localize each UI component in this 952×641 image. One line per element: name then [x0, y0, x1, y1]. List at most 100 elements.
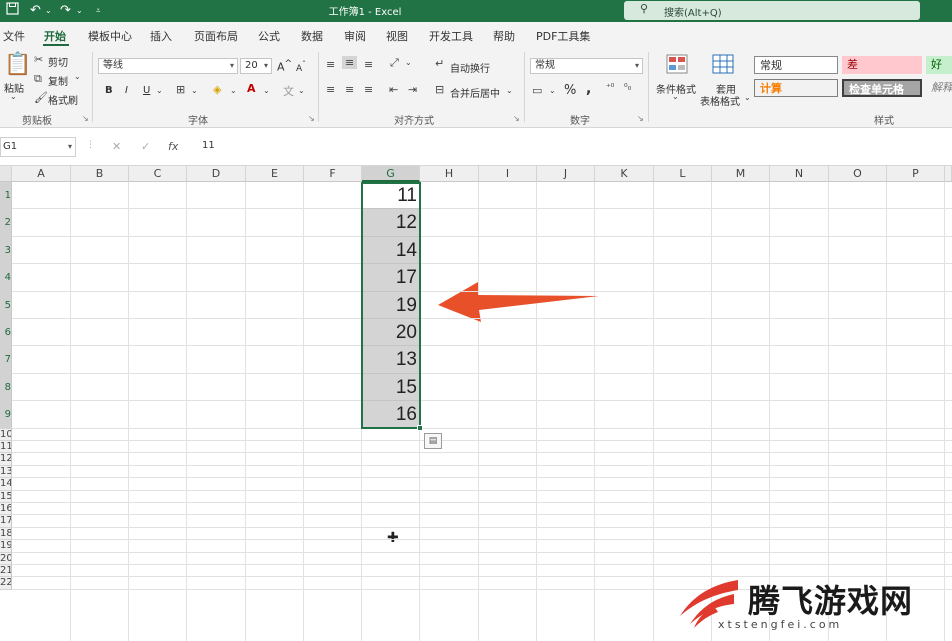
cancel-icon[interactable]: ✕ — [112, 140, 121, 153]
copy-button[interactable]: 复制 — [48, 73, 68, 88]
tab-developer[interactable]: 开发工具 — [429, 28, 473, 44]
style-calculation[interactable]: 计算 — [754, 79, 838, 97]
row-header-7[interactable]: 7 — [0, 346, 12, 374]
row-header-22[interactable]: 22 — [0, 577, 12, 590]
style-normal[interactable]: 常规 — [754, 56, 838, 74]
borders-icon[interactable]: ⊞ — [176, 83, 185, 96]
column-header-c[interactable]: C — [129, 166, 187, 182]
style-bad[interactable]: 差 — [842, 56, 922, 74]
style-check-cell[interactable]: 检查单元格 — [842, 79, 922, 97]
alignment-launcher-icon[interactable]: ↘ — [513, 114, 520, 123]
cell-g9[interactable]: 16 — [362, 401, 420, 429]
quick-analysis-icon[interactable]: ▤ — [424, 433, 442, 449]
enter-icon[interactable]: ✓ — [141, 140, 150, 153]
cell-g1[interactable]: 11 — [362, 182, 420, 210]
style-good[interactable]: 好 — [926, 56, 952, 74]
underline-button[interactable]: U — [143, 85, 150, 96]
increase-indent-icon[interactable]: ⇥ — [408, 83, 417, 96]
merge-dropdown-icon[interactable]: ⌄ — [506, 86, 513, 95]
paste-icon[interactable]: 📋 — [4, 52, 31, 77]
tab-formulas[interactable]: 公式 — [258, 28, 280, 44]
row-header-5[interactable]: 5 — [0, 291, 12, 319]
align-center-icon[interactable]: ≡ — [345, 83, 354, 96]
decrease-decimal-icon[interactable]: ⁰₀ — [624, 83, 631, 93]
format-as-table-dropdown-icon[interactable]: ⌄ — [744, 93, 751, 102]
row-header-3[interactable]: 3 — [0, 236, 12, 265]
select-all-corner[interactable] — [0, 166, 12, 182]
decrease-font-size-button[interactable]: Aˇ — [296, 60, 306, 74]
row-header-9[interactable]: 9 — [0, 401, 12, 429]
accounting-format-icon[interactable]: ▭ — [532, 84, 542, 97]
row-header-13[interactable]: 13 — [0, 465, 12, 479]
row-header-19[interactable]: 19 — [0, 540, 12, 553]
font-color-icon[interactable]: A — [247, 82, 256, 95]
cell-g5[interactable]: 19 — [362, 291, 420, 319]
name-box[interactable]: G1 ▾ — [0, 137, 76, 157]
row-header-11[interactable]: 11 — [0, 441, 12, 454]
number-launcher-icon[interactable]: ↘ — [637, 114, 644, 123]
percent-style-button[interactable]: % — [564, 83, 576, 98]
fill-color-icon[interactable]: ◈ — [213, 83, 221, 96]
borders-dropdown-icon[interactable]: ⌄ — [191, 86, 198, 95]
decrease-indent-icon[interactable]: ⇤ — [389, 83, 398, 96]
align-left-icon[interactable]: ≡ — [326, 83, 335, 96]
tab-home[interactable]: 开始 — [44, 28, 66, 44]
cut-button[interactable]: 剪切 — [48, 54, 68, 69]
column-header-a[interactable]: A — [12, 166, 71, 182]
column-header-b[interactable]: B — [71, 166, 129, 182]
row-header-18[interactable]: 18 — [0, 527, 12, 541]
style-explanatory[interactable]: 解释 — [926, 79, 952, 97]
row-header-12[interactable]: 12 — [0, 453, 12, 466]
align-bottom-icon[interactable]: ≡ — [364, 58, 373, 71]
column-header-j[interactable]: J — [537, 166, 595, 182]
underline-dropdown-icon[interactable]: ⌄ — [156, 86, 163, 95]
copy-dropdown-icon[interactable]: ⌄ — [74, 72, 81, 81]
cell-g3[interactable]: 14 — [362, 236, 420, 265]
align-top-icon[interactable]: ≡ — [326, 58, 335, 71]
font-launcher-icon[interactable]: ↘ — [308, 114, 315, 123]
font-name-select[interactable]: 等线 ▾ — [98, 58, 238, 74]
row-header-16[interactable]: 16 — [0, 503, 12, 516]
tab-pdf-tools[interactable]: PDF工具集 — [536, 28, 590, 44]
column-header-n[interactable]: N — [770, 166, 829, 182]
italic-button[interactable]: I — [125, 85, 128, 96]
font-color-dropdown-icon[interactable]: ⌄ — [263, 86, 270, 95]
tab-review[interactable]: 审阅 — [344, 28, 366, 44]
font-size-select[interactable]: 20 ▾ — [240, 58, 272, 74]
insert-function-icon[interactable]: fx — [168, 140, 178, 153]
phonetic-icon[interactable]: 文 — [283, 83, 294, 99]
wrap-text-button[interactable]: 自动换行 — [450, 60, 490, 75]
column-header-k[interactable]: K — [595, 166, 654, 182]
row-header-10[interactable]: 10 — [0, 428, 12, 441]
comma-style-button[interactable]: , — [586, 81, 591, 97]
increase-decimal-icon[interactable]: ⁺⁰ — [606, 83, 614, 93]
paste-dropdown-icon[interactable]: ⌄ — [10, 92, 17, 101]
phonetic-dropdown-icon[interactable]: ⌄ — [298, 86, 305, 95]
row-header-17[interactable]: 17 — [0, 515, 12, 528]
increase-font-size-button[interactable]: A^ — [277, 58, 292, 74]
align-middle-icon[interactable]: ≡ — [342, 56, 358, 69]
format-painter-button[interactable]: 格式刷 — [48, 92, 78, 107]
conditional-formatting-dropdown-icon[interactable]: ⌄ — [672, 92, 679, 101]
column-header-e[interactable]: E — [246, 166, 304, 182]
column-header-m[interactable]: M — [712, 166, 770, 182]
tab-template-center[interactable]: 模板中心 — [88, 28, 132, 44]
tab-insert[interactable]: 插入 — [150, 28, 172, 44]
row-header-1[interactable]: 1 — [0, 182, 12, 210]
worksheet-grid[interactable]: A B C D E F G H I J K L M N O P ✚ 1 11 2 12… — [0, 166, 952, 641]
format-as-table-label-2[interactable]: 表格格式 — [700, 93, 740, 108]
fill-handle[interactable] — [417, 425, 423, 431]
column-header-l[interactable]: L — [654, 166, 712, 182]
column-header-o[interactable]: O — [829, 166, 887, 182]
row-header-8[interactable]: 8 — [0, 373, 12, 402]
orientation-icon[interactable]: ⤢ — [390, 56, 399, 70]
merge-center-button[interactable]: 合并后居中 — [450, 85, 500, 100]
align-right-icon[interactable]: ≡ — [364, 83, 373, 96]
tab-page-layout[interactable]: 页面布局 — [194, 28, 238, 44]
cell-g2[interactable]: 12 — [362, 209, 420, 237]
clipboard-launcher-icon[interactable]: ↘ — [82, 114, 89, 123]
column-header-g[interactable]: G — [362, 166, 420, 182]
column-header-p[interactable]: P — [887, 166, 945, 182]
cell-g6[interactable]: 20 — [362, 319, 420, 347]
tab-help[interactable]: 帮助 — [493, 28, 515, 44]
